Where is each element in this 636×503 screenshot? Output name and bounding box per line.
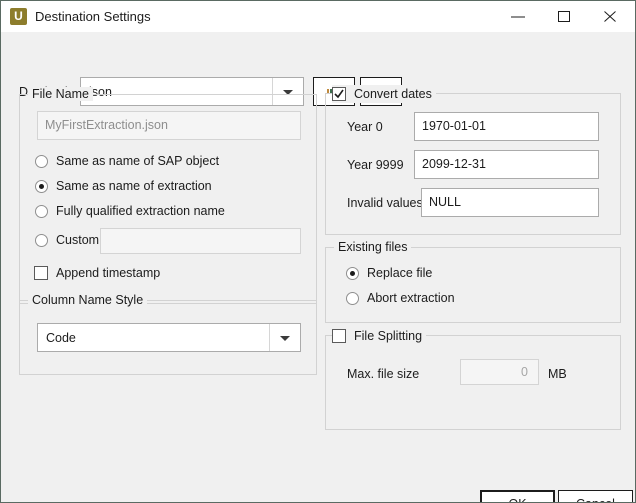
radio-label: Same as name of extraction — [56, 179, 212, 193]
radio-label: Replace file — [367, 266, 433, 280]
max-file-size-value: 0 — [521, 364, 528, 379]
year-9999-input[interactable]: 2099-12-31 — [414, 150, 599, 179]
radio-label: Same as name of SAP object — [56, 154, 220, 168]
file-name-preview: MyFirstExtraction.json — [37, 111, 301, 140]
existing-files-group-title: Existing files — [334, 240, 412, 254]
column-name-style-combo[interactable]: Code — [37, 323, 301, 352]
convert-dates-checkbox[interactable]: Convert dates — [332, 87, 432, 101]
year-0-input[interactable]: 1970-01-01 — [414, 112, 599, 141]
convert-dates-group-title: Convert dates — [332, 85, 436, 103]
checkbox-box-icon — [332, 329, 346, 343]
radio-label: Fully qualified extraction name — [56, 204, 225, 218]
checkbox-box-icon — [34, 266, 48, 280]
existing-files-group: Existing files Replace file Abort extrac… — [325, 240, 621, 323]
column-name-style-group-title: Column Name Style — [28, 293, 148, 307]
radio-dot-icon — [35, 154, 48, 168]
column-name-style-chevron-down-icon[interactable] — [269, 324, 300, 351]
radio-same-as-sap-object[interactable]: Same as name of SAP object — [35, 153, 219, 169]
radio-dot-icon — [35, 204, 48, 218]
radio-dot-icon — [346, 266, 359, 280]
radio-dot-icon — [346, 291, 359, 305]
invalid-values-input[interactable]: NULL — [421, 188, 599, 217]
radio-replace-file[interactable]: Replace file — [346, 265, 432, 281]
close-icon[interactable] — [587, 1, 633, 32]
year-0-label: Year 0 — [347, 120, 383, 134]
cancel-button-label: Cancel — [576, 497, 615, 502]
radio-label: Abort extraction — [367, 291, 455, 305]
column-name-style-value: Code — [46, 330, 76, 345]
ok-button-label: OK — [508, 497, 526, 502]
radio-same-as-extraction[interactable]: Same as name of extraction — [35, 178, 212, 194]
max-file-size-label: Max. file size — [347, 367, 420, 381]
file-splitting-group-title: File Splitting — [332, 327, 427, 345]
custom-file-name-input[interactable] — [100, 228, 301, 254]
invalid-values-label: Invalid values — [347, 196, 423, 210]
file-splitting-checkbox[interactable]: File Splitting — [332, 329, 422, 343]
file-name-group: File Name MyFirstExtraction.json Same as… — [19, 87, 317, 304]
convert-dates-group: Convert dates Year 0 1970-01-01 Year 999… — [325, 85, 621, 235]
convert-dates-label: Convert dates — [354, 87, 432, 101]
radio-dot-icon — [35, 179, 48, 193]
append-timestamp-label: Append timestamp — [56, 266, 161, 280]
year-0-value: 1970-01-01 — [422, 119, 486, 134]
cancel-button[interactable]: Cancel — [558, 490, 633, 502]
column-name-style-group: Column Name Style Code — [19, 293, 317, 375]
file-name-group-title: File Name — [28, 87, 93, 101]
radio-fully-qualified-name[interactable]: Fully qualified extraction name — [35, 203, 225, 219]
radio-custom[interactable]: Custom — [35, 232, 99, 248]
destination-settings-dialog: U Destination Settings Destination json … — [0, 0, 636, 503]
file-splitting-label: File Splitting — [354, 329, 423, 343]
window-title: Destination Settings — [35, 9, 151, 24]
checkbox-box-icon — [332, 87, 346, 101]
max-file-size-input[interactable]: 0 — [460, 359, 539, 385]
append-timestamp-checkbox[interactable]: Append timestamp — [34, 265, 160, 281]
maximize-icon[interactable] — [541, 1, 587, 32]
minimize-icon[interactable] — [495, 1, 541, 32]
dialog-content: Destination json json + File Name MyF — [1, 32, 635, 502]
radio-dot-icon — [35, 233, 48, 247]
radio-label: Custom — [56, 233, 100, 247]
title-bar: U Destination Settings — [1, 1, 635, 32]
file-name-preview-value: MyFirstExtraction.json — [45, 118, 168, 133]
invalid-values-value: NULL — [429, 195, 461, 210]
file-splitting-group: File Splitting Max. file size 0 MB — [325, 327, 621, 430]
u-logo-icon: U — [10, 8, 27, 25]
radio-abort-extraction[interactable]: Abort extraction — [346, 290, 455, 306]
ok-button[interactable]: OK — [480, 490, 555, 502]
checkmark-icon — [334, 89, 344, 99]
u-logo-letter: U — [14, 9, 23, 23]
year-9999-label: Year 9999 — [347, 158, 404, 172]
year-9999-value: 2099-12-31 — [422, 157, 486, 172]
max-file-size-unit: MB — [548, 367, 567, 381]
